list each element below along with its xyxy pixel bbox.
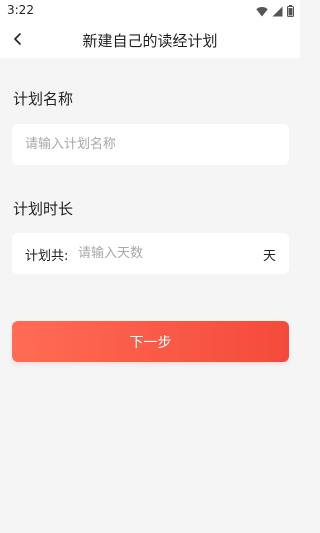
days-unit-label: 天	[262, 249, 276, 264]
status-bar: 3:22	[0, 0, 300, 22]
battery-icon	[287, 5, 294, 17]
back-button[interactable]	[4, 26, 32, 54]
status-icons	[256, 4, 294, 18]
plan-name-input[interactable]	[12, 124, 289, 165]
page-title: 新建自己的读经计划	[82, 32, 218, 50]
plan-duration-card: 计划共: 天	[12, 233, 289, 274]
plan-duration-section-title: 计划时长	[13, 200, 74, 218]
next-button-label: 下一步	[129, 334, 172, 351]
days-input[interactable]	[78, 233, 258, 274]
chevron-left-icon	[11, 31, 25, 50]
plan-duration-label: 计划共:	[25, 249, 69, 264]
plan-name-section-title: 计划名称	[13, 90, 74, 108]
wifi-icon	[256, 6, 268, 17]
next-button[interactable]: 下一步	[12, 321, 289, 362]
plan-name-card	[12, 124, 289, 165]
signal-icon	[272, 6, 283, 17]
app-bar: 新建自己的读经计划	[0, 22, 300, 58]
status-time: 3:22	[7, 3, 34, 17]
